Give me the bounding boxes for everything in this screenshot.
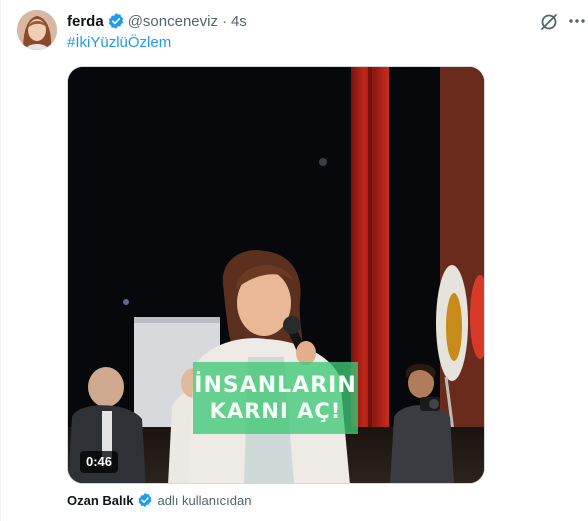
author-display-name[interactable]: ferda bbox=[67, 13, 104, 30]
timestamp[interactable]: 4s bbox=[231, 13, 247, 30]
hashtag-link[interactable]: #İkiYüzlüÖzlem bbox=[67, 34, 171, 51]
attribution-suffix: adlı kullanıcıdan bbox=[157, 492, 252, 508]
tweet-header: ferda @sonceneviz · 4s bbox=[67, 10, 247, 32]
tweet[interactable]: ferda @sonceneviz · 4s #İkiYüzlüÖzlem İN… bbox=[0, 0, 588, 521]
grok-icon[interactable] bbox=[539, 12, 559, 32]
avatar[interactable] bbox=[17, 10, 57, 50]
video-duration-badge: 0:46 bbox=[80, 451, 119, 473]
video-player[interactable]: İNSANLARIN KARNI AÇ! 0:46 bbox=[67, 66, 485, 484]
separator-dot: · bbox=[221, 12, 227, 30]
caption-line-1: İNSANLARIN bbox=[194, 373, 357, 399]
video-caption-overlay: İNSANLARIN KARNI AÇ! bbox=[193, 362, 358, 434]
author-handle[interactable]: @sonceneviz bbox=[128, 13, 218, 30]
verified-badge-icon bbox=[137, 492, 153, 508]
media-attribution: Ozan Balık adlı kullanıcıdan bbox=[67, 491, 251, 509]
caption-line-2: KARNI AÇ! bbox=[209, 398, 342, 423]
attribution-user[interactable]: Ozan Balık bbox=[67, 493, 133, 508]
verified-badge-icon[interactable] bbox=[107, 12, 125, 30]
more-icon[interactable] bbox=[567, 11, 587, 31]
